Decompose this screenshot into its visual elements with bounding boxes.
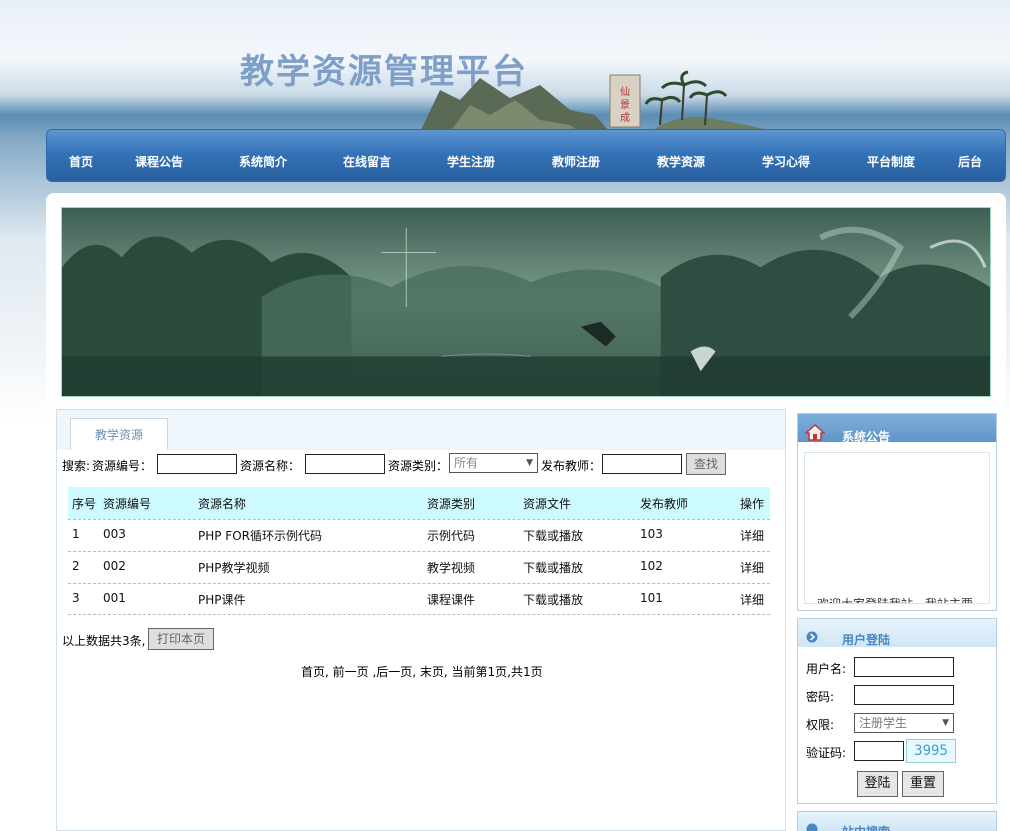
home-icon	[805, 423, 825, 441]
nav-item-home[interactable]: 首页	[69, 153, 93, 170]
circle-arrow-icon	[806, 631, 818, 643]
site-search-title-clip: 站内搜索	[842, 823, 902, 831]
table-row-1-detail-link[interactable]: 详细	[740, 527, 764, 544]
col-header-type: 资源类别	[427, 497, 476, 511]
nav-item-admin[interactable]: 后台	[958, 153, 982, 170]
row-divider	[68, 551, 770, 552]
resource-type-selected: 所有	[454, 456, 479, 470]
table-row-2-type: 教学视频	[427, 561, 476, 575]
nav-item-course-notice[interactable]: 课程公告	[135, 153, 183, 170]
col-header-name: 资源名称	[198, 497, 247, 511]
table-row-3-name: PHP课件	[198, 593, 246, 607]
resource-name-label: 资源名称：	[240, 459, 301, 473]
table-row-2-name: PHP教学视频	[198, 561, 270, 575]
nav-item-teacher-register[interactable]: 教师注册	[552, 153, 600, 170]
notice-scroll-text: 欢迎大家登陆我站，我站主要	[817, 597, 974, 604]
login-title: 用户登陆	[842, 633, 891, 647]
table-row-2-detail-link[interactable]: 详细	[740, 559, 764, 576]
table-row-2-code: 002	[103, 559, 126, 573]
table-row-3-detail-link[interactable]: 详细	[740, 591, 764, 608]
nav-item-teaching-resources[interactable]: 教学资源	[657, 153, 705, 170]
resource-code-label: 资源编号：	[92, 459, 153, 473]
col-header-code: 资源编号	[103, 497, 152, 511]
row-divider	[68, 583, 770, 584]
svg-text:景: 景	[620, 99, 630, 111]
table-row-1-name: PHP FOR循环示例代码	[198, 529, 322, 543]
circle-arrow-icon	[806, 823, 818, 831]
table-row-3-download-link[interactable]: 下载或播放	[523, 591, 583, 608]
table-row-3-index: 3	[72, 591, 80, 605]
col-header-action: 操作	[740, 497, 765, 511]
teacher-input[interactable]	[602, 454, 682, 474]
row-divider	[68, 614, 770, 615]
role-select[interactable]: 注册学生 ▼	[854, 713, 954, 733]
search-button[interactable]: 查找	[686, 453, 726, 475]
svg-text:仙: 仙	[620, 85, 630, 98]
table-row-1-type: 示例代码	[427, 529, 476, 543]
col-header-file: 资源文件	[523, 497, 572, 511]
table-row-1-download-link[interactable]: 下载或播放	[523, 527, 583, 544]
main-navbar	[46, 129, 1006, 182]
tab-teaching-resources[interactable]: 教学资源	[70, 418, 168, 450]
nav-item-study-notes[interactable]: 学习心得	[762, 153, 810, 170]
svg-text:成: 成	[620, 112, 630, 124]
reset-button[interactable]: 重置	[902, 771, 944, 797]
password-input[interactable]	[854, 685, 954, 705]
nav-item-online-message[interactable]: 在线留言	[343, 153, 391, 170]
table-row-3-teacher: 101	[640, 591, 663, 605]
username-label: 用户名:	[806, 662, 847, 676]
record-count-text: 以上数据共3条,	[62, 634, 146, 648]
pager[interactable]: 首页, 前一页 ,后一页, 末页, 当前第1页,共1页	[301, 663, 543, 680]
captcha-image[interactable]: 3995	[906, 739, 956, 763]
username-input[interactable]	[854, 657, 954, 677]
header-scenery-image: 仙 景 成	[420, 70, 775, 132]
nav-item-system-intro[interactable]: 系统简介	[239, 153, 287, 170]
resource-type-label: 资源类别：	[388, 459, 449, 473]
table-row-3-code: 001	[103, 591, 126, 605]
resource-type-select[interactable]: 所有 ▼	[449, 453, 538, 473]
notice-scroll-area: 欢迎大家登陆我站，我站主要	[804, 452, 990, 604]
table-row-2-download-link[interactable]: 下载或播放	[523, 559, 583, 576]
chevron-down-icon: ▼	[526, 458, 533, 468]
nav-item-platform-rules[interactable]: 平台制度	[867, 153, 915, 170]
row-divider	[68, 519, 770, 520]
table-row-3-type: 课程课件	[427, 593, 476, 607]
teacher-label: 发布教师：	[541, 459, 602, 473]
resource-code-input[interactable]	[157, 454, 237, 474]
role-selected: 注册学生	[859, 716, 908, 730]
table-row-2-teacher: 102	[640, 559, 663, 573]
chevron-down-icon: ▼	[942, 718, 949, 728]
table-row-1-teacher: 103	[640, 527, 663, 541]
col-header-teacher: 发布教师	[640, 497, 689, 511]
captcha-input[interactable]	[854, 741, 904, 761]
role-label: 权限:	[806, 718, 835, 732]
captcha-label: 验证码:	[806, 746, 847, 760]
table-row-1-index: 1	[72, 527, 80, 541]
search-prefix-label: 搜索:	[62, 459, 91, 473]
resource-name-input[interactable]	[305, 454, 385, 474]
banner-image	[61, 207, 991, 397]
password-label: 密码:	[806, 690, 835, 704]
notice-title: 系统公告	[842, 430, 891, 444]
print-page-button[interactable]: 打印本页	[148, 628, 214, 650]
table-row-1-code: 003	[103, 527, 126, 541]
col-header-index: 序号	[72, 497, 97, 511]
site-search-title: 站内搜索	[842, 823, 890, 831]
table-row-2-index: 2	[72, 559, 80, 573]
nav-item-student-register[interactable]: 学生注册	[447, 153, 495, 170]
notice-header	[798, 414, 996, 442]
login-header	[798, 619, 996, 647]
login-button[interactable]: 登陆	[857, 771, 898, 797]
